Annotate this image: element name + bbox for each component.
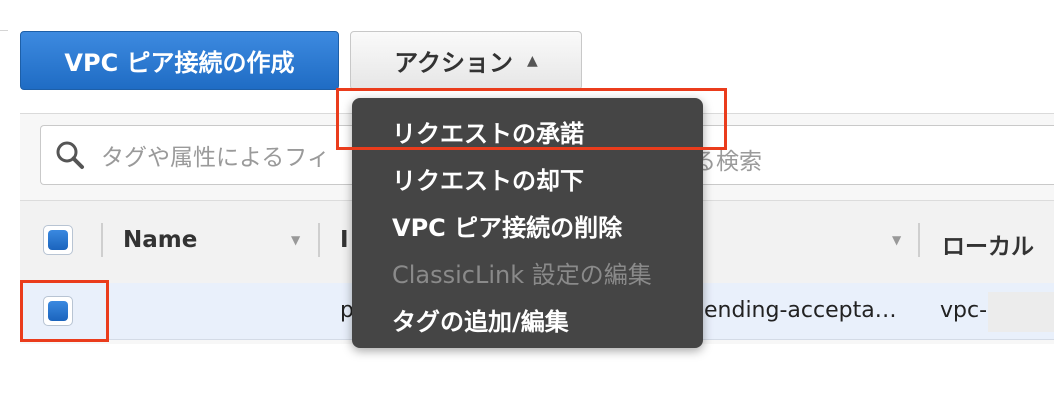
column-header-local[interactable]: ローカル <box>942 227 1034 261</box>
row-checkbox[interactable] <box>43 296 73 326</box>
sort-caret-icon[interactable]: ▼ <box>291 233 300 247</box>
column-separator <box>101 223 103 257</box>
actions-dropdown-button[interactable]: アクション ▲ <box>350 31 582 90</box>
column-header-id[interactable]: I <box>340 227 349 253</box>
create-vpc-peering-button[interactable]: VPC ピア接続の作成 <box>20 31 339 90</box>
actions-menu: リクエストの承諾 リクエストの却下 VPC ピア接続の削除 ClassicLin… <box>352 98 703 348</box>
select-all-checkbox[interactable] <box>43 225 73 255</box>
local-vpc-cell: vpc- <box>940 298 988 323</box>
menu-item-edit-tags[interactable]: タグの追加/編集 <box>392 302 569 337</box>
search-placeholder-tail: る検索 <box>693 149 762 175</box>
column-header-name[interactable]: Name <box>123 227 197 253</box>
column-separator <box>318 223 320 257</box>
search-placeholder: タグや属性によるフィ <box>101 145 330 171</box>
chevron-up-icon: ▲ <box>527 52 538 69</box>
menu-item-delete-peering[interactable]: VPC ピア接続の削除 <box>392 208 622 243</box>
redacted-area <box>988 292 1054 332</box>
menu-item-accept-request[interactable]: リクエストの承諾 <box>392 114 584 149</box>
menu-item-edit-classiclink: ClassicLink 設定の編集 <box>392 261 652 289</box>
menu-item-reject-request[interactable]: リクエストの却下 <box>392 161 584 196</box>
search-icon <box>56 141 84 169</box>
sort-caret-icon[interactable]: ▼ <box>892 233 901 247</box>
divider <box>0 30 8 31</box>
actions-label: アクション <box>394 49 514 77</box>
status-cell: ending-accepta… <box>704 298 897 323</box>
column-separator <box>918 223 920 257</box>
